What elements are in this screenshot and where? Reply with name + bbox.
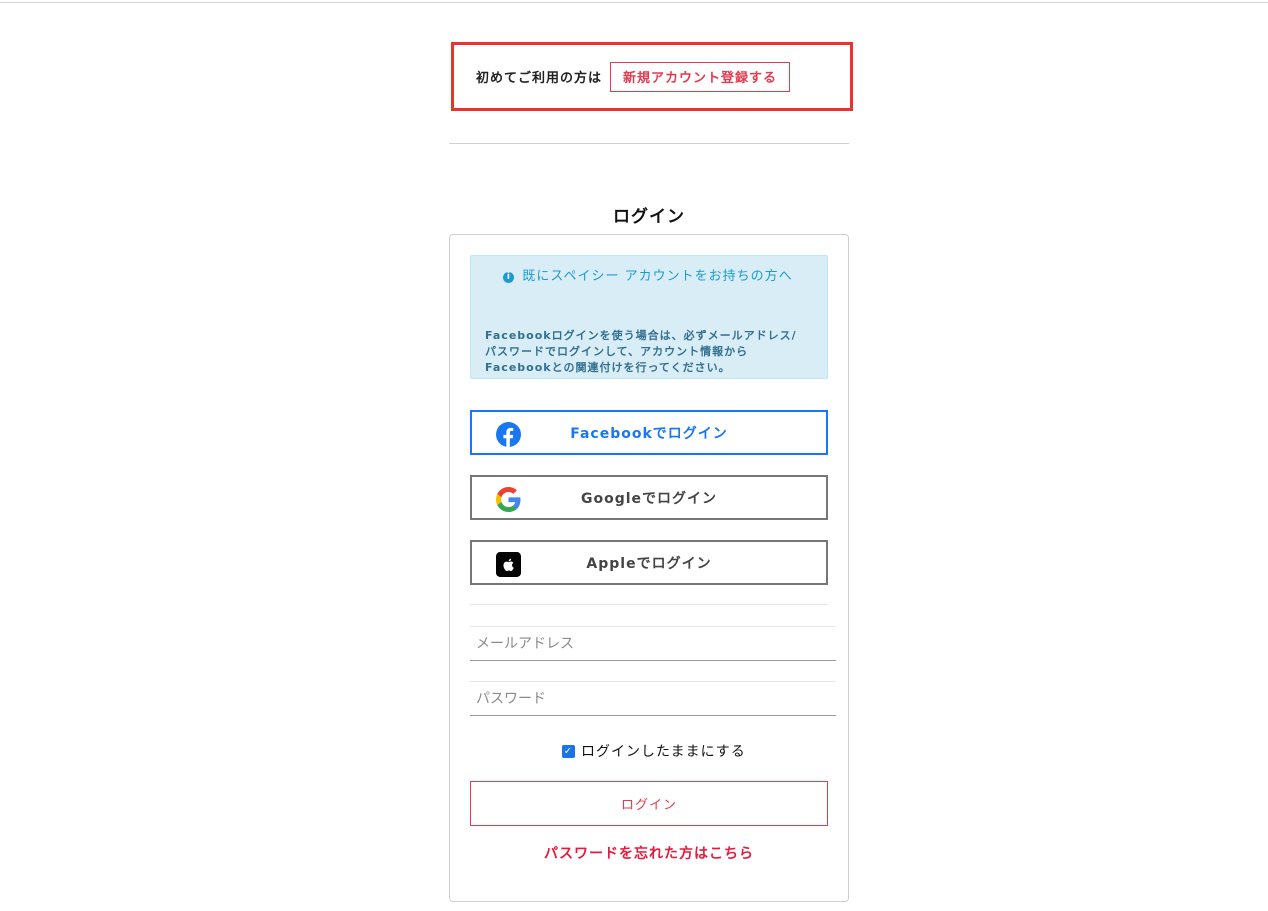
apple-logo-icon [496, 552, 521, 577]
email-field[interactable] [470, 626, 836, 661]
form-divider [470, 604, 828, 605]
info-body-text: Facebookログインを使う場合は、必ずメールアドレス/パスワードでログインし… [485, 329, 797, 374]
signup-lead-text: 初めてご利用の方は [476, 71, 603, 86]
signup-button[interactable]: 新規アカウント登録する [610, 61, 791, 92]
signup-callout: 初めてご利用の方は 新規アカウント登録する [451, 42, 853, 111]
info-heading: i 既にスペイシー アカウントをお持ちの方へ [485, 266, 811, 287]
top-divider [0, 2, 1268, 3]
section-divider [449, 143, 849, 144]
info-alert: i 既にスペイシー アカウントをお持ちの方へ Facebookログインを使う場合は… [470, 255, 828, 379]
info-heading-text: 既にスペイシー アカウントをお持ちの方へ [522, 269, 793, 284]
apple-login-label: Appleでログイン [586, 555, 712, 572]
remember-label: ログインしたままにする [581, 744, 746, 760]
login-card: i 既にスペイシー アカウントをお持ちの方へ Facebookログインを使う場合は… [449, 234, 849, 902]
google-login-button[interactable]: Googleでログイン [470, 475, 828, 520]
login-title: ログイン [613, 207, 685, 227]
forgot-password-link[interactable]: パスワードを忘れた方はこちら [450, 843, 848, 863]
password-field[interactable] [470, 681, 836, 716]
apple-login-button[interactable]: Appleでログイン [470, 540, 828, 585]
facebook-login-label: Facebookでログイン [570, 425, 728, 442]
facebook-logo-icon [496, 422, 521, 447]
info-circle-icon: i [503, 272, 515, 283]
facebook-login-button[interactable]: Facebookでログイン [470, 410, 828, 455]
google-login-label: Googleでログイン [580, 490, 718, 507]
checkbox-checked-icon[interactable]: ✓ [562, 744, 575, 758]
google-logo-icon [496, 487, 521, 512]
remember-me[interactable]: ✓ ログインしたままにする [562, 741, 746, 761]
login-submit-button[interactable]: ログイン [470, 781, 828, 826]
